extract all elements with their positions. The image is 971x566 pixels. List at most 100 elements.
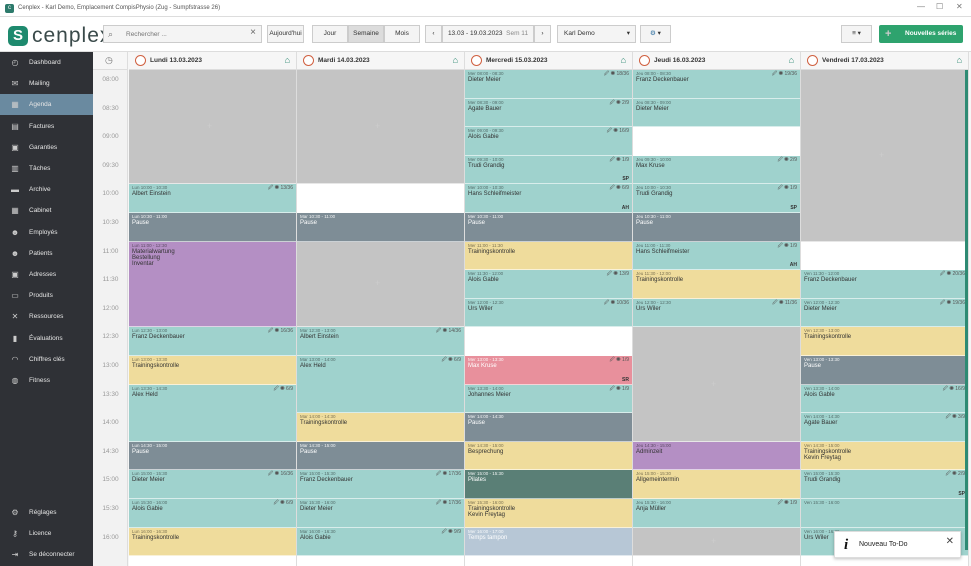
home-icon[interactable]: ⌂	[453, 55, 458, 65]
day-column[interactable]: + Ven 11:30 - 12:00 Franz Deckenbauer 🖉 ◉ 2…	[801, 70, 969, 566]
sidebar-item-fitness[interactable]: ◍ Fitness	[0, 370, 93, 391]
sidebar-item-employ-s[interactable]: ☻ Employés	[0, 222, 93, 243]
view-week-button[interactable]: Semaine	[348, 25, 384, 43]
appointment[interactable]: Lun 14:30 - 15:00 Pause	[129, 441, 296, 471]
appointment[interactable]: Mer 08:00 - 08:30 Dieter Meier 🖉 ◉ 18/36	[465, 70, 632, 99]
sidebar-item-ressources[interactable]: ✕ Ressources	[0, 306, 93, 327]
clear-search-icon[interactable]: ×	[250, 27, 256, 38]
appointment[interactable]: Mer 14:00 - 14:30 Pause	[465, 413, 632, 442]
sidebar-item--valuations[interactable]: ▮ Évaluations	[0, 328, 93, 349]
appointment[interactable]: Mer 10:30 - 11:00 Pause	[465, 213, 632, 242]
next-week-button[interactable]: ›	[534, 25, 551, 43]
appointment[interactable]: Lun 10:00 - 10:30 Albert Einstein 🖉 ◉ 13/3…	[129, 184, 296, 213]
date-range-display[interactable]: 13.03 - 19.03.2023 Sem 11	[442, 25, 534, 43]
appointment[interactable]: Jeu 08:00 - 08:30 Franz Deckenbauer 🖉 ◉ 19…	[633, 70, 800, 99]
sidebar-item-chiffres-cl-s[interactable]: ◠ Chiffres clés	[0, 349, 93, 370]
appointment[interactable]: Mer 15:00 - 15:30 Pilates	[465, 470, 632, 499]
home-icon[interactable]: ⌂	[621, 55, 626, 65]
day-column[interactable]: + + Jeu 08:00 - 08:30 Franz Deckenbauer 🖉 ◉ …	[633, 70, 801, 566]
sidebar-item-produits[interactable]: ▭ Produits	[0, 285, 93, 306]
close-window-icon[interactable]: ✕	[956, 2, 963, 11]
appointment[interactable]: Mar 15:00 - 15:30 Franz Deckenbauer 🖉 ◉ 17…	[297, 470, 464, 499]
appointment[interactable]: Mer 08:30 - 09:00 Agate Bauer 🖉 ◉ 2/9	[465, 98, 632, 128]
appointment[interactable]: Mer 13:30 - 14:00 Johannes Meier 🖉 ◉ 1/9	[465, 384, 632, 414]
day-header[interactable]: Jeudi 16.03.2023 ⌂	[633, 52, 801, 70]
sidebar-item-se-d-connecter[interactable]: ⇥ Se déconnecter	[0, 544, 93, 565]
maximize-icon[interactable]: ☐	[936, 2, 943, 11]
appointment[interactable]: Ven 11:30 - 12:00 Franz Deckenbauer 🖉 ◉ 20…	[801, 270, 968, 299]
appointment[interactable]: Lun 16:00 - 16:30 Trainingskontrolle	[129, 527, 296, 557]
day-header[interactable]: Lundi 13.03.2023 ⌂	[129, 52, 297, 70]
appointment[interactable]: Jeu 09:30 - 10:00 Max Kruse 🖉 ◉ 2/9	[633, 155, 800, 185]
appointment[interactable]: Lun 15:00 - 15:30 Dieter Meier 🖉 ◉ 16/36	[129, 470, 296, 499]
appointment[interactable]: Mar 14:00 - 14:30 Trainingskontrolle	[297, 413, 464, 442]
appointment[interactable]: Mer 15:30 - 16:00 Trainingskontrolle Kevin…	[465, 499, 632, 528]
user-select[interactable]: Karl Demo ▾	[557, 25, 636, 43]
sidebar-item-archive[interactable]: ▬ Archive	[0, 179, 93, 200]
appointment[interactable]: Jeu 08:30 - 09:00 Dieter Meier	[633, 98, 800, 128]
new-series-button[interactable]: + Nouvelles séries	[879, 25, 963, 43]
sidebar-item-garanties[interactable]: ▣ Garanties	[0, 137, 93, 158]
appointment[interactable]: Ven 14:00 - 14:30 Agate Bauer 🖉 ◉ 3/9	[801, 413, 968, 442]
menu-dropdown[interactable]: ≡ ▾	[841, 25, 872, 43]
appointment[interactable]: Lun 15:30 - 16:00 Alois Gabie 🖉 ◉ 6/9	[129, 499, 296, 528]
view-day-button[interactable]: Jour	[312, 25, 348, 43]
appointment[interactable]: Mer 11:00 - 11:30 Trainingskontrolle	[465, 241, 632, 271]
appointment[interactable]: Ven 12:00 - 12:30 Dieter Meier 🖉 ◉ 19/36	[801, 298, 968, 328]
sidebar-item-patients[interactable]: ☻ Patients	[0, 243, 93, 264]
appointment[interactable]: Jeu 10:00 - 10:30 Trudi Grandig 🖉 ◉ 1/9 SP	[633, 184, 800, 213]
sidebar-item-licence[interactable]: ⚷ Licence	[0, 523, 93, 544]
home-icon[interactable]: ⌂	[789, 55, 794, 65]
home-icon[interactable]: ⌂	[957, 55, 962, 65]
sidebar-item-factures[interactable]: ▤ Factures	[0, 116, 93, 137]
search-box[interactable]: ⌕ ×	[103, 25, 262, 43]
appointment[interactable]: Mer 11:30 - 12:00 Alois Gable 🖉 ◉ 13/9	[465, 270, 632, 299]
appointment[interactable]: Mer 14:30 - 15:00 Besprechung	[465, 441, 632, 471]
sidebar-item-dashboard[interactable]: ◴ Dashboard	[0, 52, 93, 73]
appointment[interactable]: Jeu 15:00 - 15:30 Allgemeintermin	[633, 470, 800, 499]
day-header[interactable]: Vendredi 17.03.2023 ⌂	[801, 52, 969, 70]
search-input[interactable]	[126, 28, 236, 40]
appointment[interactable]: Lun 10:30 - 11:00 Pause	[129, 213, 296, 242]
appointment[interactable]: Mer 09:30 - 10:00 Trudi Grandig 🖉 ◉ 1/9 SP	[465, 155, 632, 185]
day-column[interactable]: Mer 08:00 - 08:30 Dieter Meier 🖉 ◉ 18/36 Me…	[465, 70, 633, 566]
sidebar-item-adresses[interactable]: ▣ Adresses	[0, 264, 93, 285]
appointment[interactable]: Mer 09:00 - 09:30 Alois Gabie 🖉 ◉ 16/9	[465, 127, 632, 156]
appointment[interactable]: Mar 16:00 - 16:30 Alois Gabie 🖉 ◉ 9/9	[297, 527, 464, 557]
appointment[interactable]: Ven 13:00 - 13:30 Pause	[801, 356, 968, 385]
appointment[interactable]: Jeu 14:30 - 15:00 Adminzeit	[633, 441, 800, 471]
day-column[interactable]: + + Mar 10:30 - 11:00 Pause Mar 12:30 - 13:0…	[297, 70, 465, 566]
close-toast-icon[interactable]: ✕	[946, 536, 954, 547]
appointment[interactable]: Jeu 11:00 - 11:30 Hans Schleifmeister 🖉 ◉ …	[633, 241, 800, 271]
appointment[interactable]: Ven 13:30 - 14:00 Alois Gable 🖉 ◉ 16/9	[801, 384, 968, 414]
view-month-button[interactable]: Mois	[384, 25, 420, 43]
appointment[interactable]: Mer 10:00 - 10:30 Hans Schleifmeister 🖉 ◉ …	[465, 184, 632, 213]
day-header[interactable]: Mardi 14.03.2023 ⌂	[297, 52, 465, 70]
appointment[interactable]: Mar 13:00 - 14:00 Alex Held 🖉 ◉ 6/9	[297, 356, 464, 414]
appointment[interactable]: Mer 16:00 - 17:00 Temps tampon	[465, 527, 632, 557]
settings-dropdown[interactable]: ⚙ ▾	[640, 25, 671, 43]
appointment[interactable]: Lun 11:00 - 12:30 Materialwartung Bestellu…	[129, 241, 296, 328]
appointment[interactable]: Jeu 15:30 - 16:00 Anja Müller 🖉 ◉ 1/9	[633, 499, 800, 528]
day-header[interactable]: Mercredi 15.03.2023 ⌂	[465, 52, 633, 70]
appointment[interactable]: Lun 13:00 - 13:30 Trainingskontrolle	[129, 356, 296, 385]
sidebar-item-mailing[interactable]: ✉ Mailing	[0, 73, 93, 94]
appointment[interactable]: Ven 14:30 - 15:00 Trainingskontrolle Kevin…	[801, 441, 968, 471]
sidebar-item-r-glages[interactable]: ⚙ Réglages	[0, 502, 93, 523]
appointment[interactable]: Jeu 12:00 - 12:30 Urs Wiler 🖉 ◉ 11/36	[633, 298, 800, 328]
home-icon[interactable]: ⌂	[285, 55, 290, 65]
today-button[interactable]: Aujourd'hui	[267, 25, 304, 43]
sidebar-item-t-ches[interactable]: ▥ Tâches	[0, 158, 93, 179]
appointment[interactable]: Ven 15:00 - 15:30 Trudi Grandig 🖉 ◉ 2/9 SP	[801, 470, 968, 499]
appointment[interactable]: Lun 13:30 - 14:30 Alex Held 🖉 ◉ 6/9	[129, 384, 296, 442]
appointment[interactable]: Lun 12:30 - 13:00 Franz Deckenbauer 🖉 ◉ 16…	[129, 327, 296, 356]
appointment[interactable]: Mar 12:30 - 13:00 Albert Einstein 🖉 ◉ 14/3…	[297, 327, 464, 356]
appointment[interactable]: Mer 13:00 - 13:30 Max Kruse 🖉 ◉ 1/9 SR	[465, 356, 632, 385]
appointment[interactable]: Ven 12:30 - 13:00 Trainingskontrolle	[801, 327, 968, 356]
day-column[interactable]: + Lun 10:00 - 10:30 Albert Einstein 🖉 ◉ 13/…	[129, 70, 297, 566]
appointment[interactable]: Mar 10:30 - 11:00 Pause	[297, 213, 464, 242]
new-todo-toast[interactable]: i Nouveau To-Do ✕	[834, 531, 961, 558]
prev-week-button[interactable]: ‹	[425, 25, 442, 43]
appointment[interactable]: Jeu 11:30 - 12:00 Trainingskontrolle	[633, 270, 800, 299]
appointment[interactable]: Mar 14:30 - 15:00 Pause	[297, 441, 464, 471]
